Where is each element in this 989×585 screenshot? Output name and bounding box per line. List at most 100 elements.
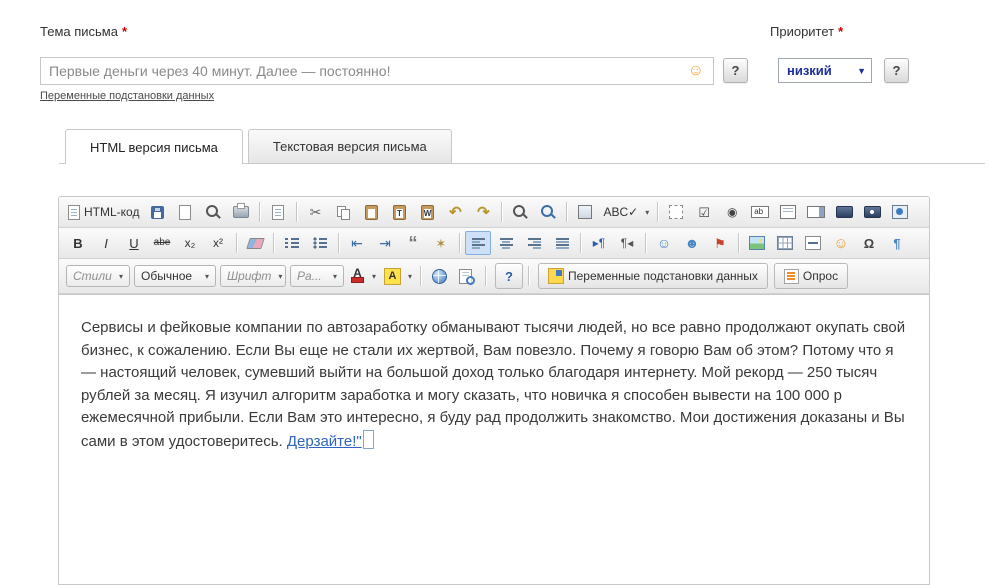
globe-icon bbox=[431, 268, 447, 284]
insert-checkbox-button[interactable]: ☑ bbox=[691, 200, 717, 224]
media-icon bbox=[892, 205, 909, 219]
subject-field-wrap: ☺ bbox=[40, 57, 714, 85]
bold-button-glyph: B bbox=[73, 235, 83, 251]
find-replace-button[interactable] bbox=[535, 200, 561, 224]
cleanup-button[interactable]: ✶ bbox=[428, 231, 454, 255]
variables-button[interactable]: Переменные подстановки данных bbox=[537, 263, 768, 289]
toolbar-separator bbox=[645, 233, 646, 253]
paragraph-format-select[interactable]: Обычное ▾ bbox=[134, 265, 216, 287]
blockquote-button[interactable]: “ bbox=[400, 231, 426, 255]
cut-button-glyph: ✂ bbox=[309, 204, 322, 220]
ltr-paragraph-button[interactable]: ▸¶ bbox=[586, 231, 612, 255]
align-right-button[interactable] bbox=[521, 231, 547, 255]
strikethrough-button[interactable]: abe bbox=[149, 231, 175, 255]
email-body-text: Сервисы и фейковые компании по автозараб… bbox=[81, 319, 906, 450]
html-code-button[interactable]: HTML-код bbox=[65, 200, 142, 224]
eraser-icon bbox=[245, 237, 265, 249]
textarea-icon bbox=[780, 205, 797, 219]
dropdown-caret-icon: ▾ bbox=[645, 207, 650, 217]
find-button[interactable] bbox=[507, 200, 533, 224]
image-button[interactable] bbox=[744, 231, 770, 255]
superscript-button[interactable]: x² bbox=[205, 231, 231, 255]
print-button[interactable] bbox=[228, 200, 254, 224]
page-check-button[interactable] bbox=[454, 264, 480, 288]
unordered-list-button[interactable] bbox=[307, 231, 333, 255]
priority-select[interactable]: низкий ▼ bbox=[778, 58, 872, 83]
align-left-button[interactable] bbox=[465, 231, 491, 255]
save-icon bbox=[150, 205, 164, 219]
font-size-select[interactable]: Ра... ▾ bbox=[290, 265, 344, 287]
flag-button[interactable]: ⚑ bbox=[707, 231, 733, 255]
background-color-button[interactable]: ▾ bbox=[381, 264, 415, 288]
cut-button[interactable]: ✂ bbox=[302, 200, 328, 224]
undo-button[interactable]: ↶ bbox=[442, 200, 468, 224]
selectbox-icon bbox=[807, 206, 826, 218]
ltr-paragraph-button-glyph: ▸¶ bbox=[592, 236, 606, 250]
paste-from-word-button[interactable] bbox=[414, 200, 440, 224]
toolbar-separator bbox=[738, 233, 739, 253]
insert-radio-button[interactable]: ◉ bbox=[719, 200, 745, 224]
tab-text-version[interactable]: Текстовая версия письма bbox=[247, 129, 452, 163]
special-char-button[interactable]: Ω bbox=[856, 231, 882, 255]
outdent-button[interactable]: ⇤ bbox=[344, 231, 370, 255]
indent-button[interactable]: ⇥ bbox=[372, 231, 398, 255]
docmag-icon bbox=[459, 268, 476, 285]
emoji-picker-icon[interactable]: ☺ bbox=[688, 63, 704, 79]
paste-button[interactable] bbox=[358, 200, 384, 224]
table-button[interactable] bbox=[772, 231, 798, 255]
smiley-button[interactable]: ☺ bbox=[828, 231, 854, 255]
visual-aid-button[interactable] bbox=[663, 200, 689, 224]
editor-help-button[interactable]: ? bbox=[495, 263, 523, 289]
save-button[interactable] bbox=[144, 200, 170, 224]
rtl-paragraph-button[interactable]: ¶◂ bbox=[614, 231, 640, 255]
bold-button[interactable]: B bbox=[65, 231, 91, 255]
horizontal-rule-button[interactable] bbox=[800, 231, 826, 255]
spellcheck-button-label: ABC✓ bbox=[603, 205, 639, 219]
ordered-list-button[interactable] bbox=[279, 231, 305, 255]
spellcheck-button[interactable]: ABC✓ ▾ bbox=[600, 200, 652, 224]
email-body-link[interactable]: Дерзайте!" bbox=[287, 433, 362, 450]
survey-button[interactable]: Опрос bbox=[773, 263, 849, 289]
anchor-button[interactable] bbox=[426, 264, 452, 288]
remove-format-button[interactable] bbox=[242, 231, 268, 255]
stickers-button[interactable]: ☻ bbox=[679, 231, 705, 255]
smiley-button-glyph: ☺ bbox=[833, 234, 849, 252]
toolbar-separator bbox=[485, 266, 487, 286]
fullscreen-button[interactable] bbox=[572, 200, 598, 224]
subscript-button[interactable]: x₂ bbox=[177, 231, 203, 255]
subject-variables-link[interactable]: Переменные подстановки данных bbox=[40, 90, 214, 102]
align-justify-button[interactable] bbox=[549, 231, 575, 255]
insert-select-button[interactable] bbox=[803, 200, 829, 224]
styles-select-label: Стили bbox=[73, 269, 112, 283]
insert-template-button[interactable] bbox=[265, 200, 291, 224]
text-color-button[interactable]: ▾ bbox=[347, 264, 379, 288]
priority-help-button[interactable]: ? bbox=[884, 58, 909, 83]
copy-button[interactable] bbox=[330, 200, 356, 224]
insert-media-button[interactable] bbox=[887, 200, 913, 224]
insert-form-button-button[interactable] bbox=[831, 200, 857, 224]
font-family-select-label: Шрифт bbox=[227, 269, 272, 283]
subject-input[interactable] bbox=[47, 62, 685, 80]
insert-textfield-button[interactable] bbox=[747, 200, 773, 224]
font-family-select[interactable]: Шрифт ▾ bbox=[220, 265, 286, 287]
superscript-button-glyph: x² bbox=[213, 236, 223, 250]
styles-select[interactable]: Стили ▾ bbox=[66, 265, 130, 287]
toolbar-separator bbox=[273, 233, 274, 253]
email-body-paragraph: Сервисы и фейковые компании по автозараб… bbox=[81, 317, 907, 453]
underline-button[interactable]: U bbox=[121, 231, 147, 255]
redo-button[interactable]: ↷ bbox=[470, 200, 496, 224]
toolbar-separator bbox=[459, 233, 460, 253]
emoticons-button[interactable]: ☺ bbox=[651, 231, 677, 255]
italic-button[interactable]: I bbox=[93, 231, 119, 255]
subject-help-button[interactable]: ? bbox=[723, 58, 748, 83]
paste-as-text-button[interactable] bbox=[386, 200, 412, 224]
editor-toolbar-row-3: Стили ▾ Обычное ▾ Шрифт ▾ Ра... ▾ ▾ ▾? Переменные … bbox=[59, 259, 929, 294]
insert-image-button-button[interactable] bbox=[859, 200, 885, 224]
editor-content[interactable]: Сервисы и фейковые компании по автозараб… bbox=[59, 294, 929, 584]
align-center-button[interactable] bbox=[493, 231, 519, 255]
visual-chars-button[interactable]: ¶ bbox=[884, 231, 910, 255]
insert-textarea-button[interactable] bbox=[775, 200, 801, 224]
tab-html-version[interactable]: HTML версия письма bbox=[65, 129, 243, 164]
preview-button[interactable] bbox=[200, 200, 226, 224]
new-document-button[interactable] bbox=[172, 200, 198, 224]
